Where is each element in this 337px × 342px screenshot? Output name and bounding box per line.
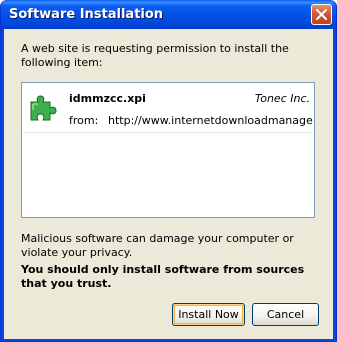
install-item-list[interactable]: idmmzcc.xpi Tonec Inc. from: http://www.… — [21, 82, 315, 218]
item-name: idmmzcc.xpi — [69, 92, 146, 105]
cancel-button[interactable]: Cancel — [252, 303, 319, 326]
close-button[interactable] — [311, 4, 332, 25]
install-item[interactable]: idmmzcc.xpi Tonec Inc. from: http://www.… — [23, 84, 313, 133]
item-from-label: from: — [69, 114, 99, 127]
close-icon — [316, 9, 327, 20]
dialog-window: Software Installation A web site is requ… — [0, 0, 337, 342]
advice-text: You should only install software from so… — [21, 263, 305, 290]
window-title: Software Installation — [9, 7, 164, 22]
warning-text: Malicious software can damage your compu… — [21, 232, 294, 259]
intro-text: A web site is requesting permission to i… — [21, 42, 289, 69]
item-author: Tonec Inc. — [254, 92, 310, 105]
puzzle-piece-icon — [30, 95, 57, 121]
item-from-url: http://www.internetdownloadmanager.co — [108, 114, 313, 127]
install-now-button[interactable]: Install Now — [172, 303, 245, 326]
title-bar[interactable]: Software Installation — [1, 0, 336, 29]
dialog-body: A web site is requesting permission to i… — [4, 29, 333, 339]
